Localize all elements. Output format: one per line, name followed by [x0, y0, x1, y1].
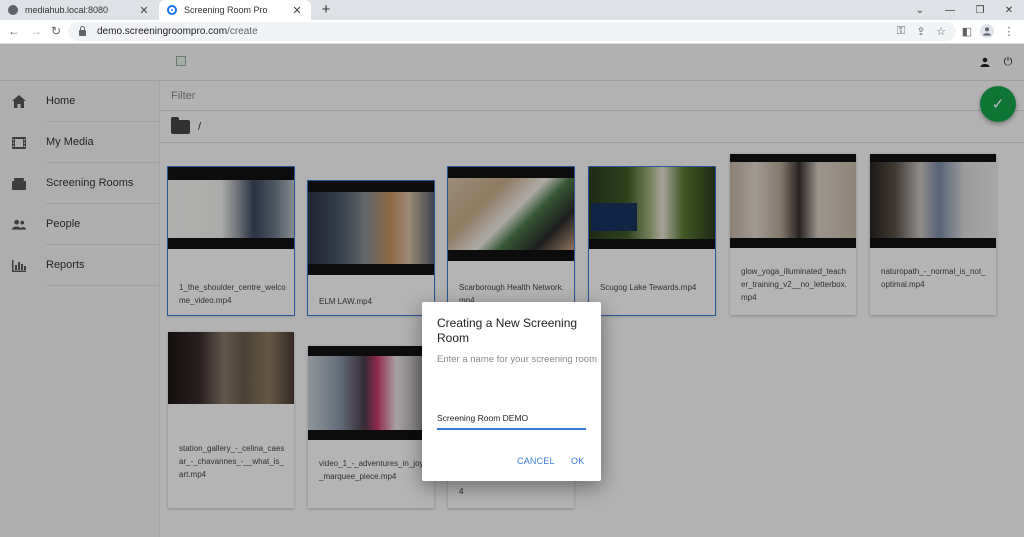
key-icon[interactable]: ⚿	[894, 24, 908, 38]
site-icon	[167, 5, 177, 15]
globe-icon	[8, 5, 18, 15]
browser-tab-bar: mediahub.local:8080 ✕ Screening Room Pro…	[0, 0, 1024, 20]
menu-icon[interactable]: ⋮	[1002, 24, 1016, 38]
reload-icon[interactable]: ↻	[48, 23, 64, 39]
forward-icon[interactable]: →	[28, 23, 44, 39]
share-icon[interactable]: ⇪	[914, 24, 928, 38]
back-icon[interactable]: ←	[6, 23, 22, 39]
restore-icon[interactable]: ❐	[965, 0, 995, 20]
address-bar[interactable]: demo.screeningroompro.com/create	[68, 22, 956, 41]
screening-room-name-input[interactable]	[437, 408, 586, 430]
dialog-title: Creating a New Screening Room	[437, 316, 578, 345]
browser-tab-mediahub[interactable]: mediahub.local:8080 ✕	[0, 0, 158, 20]
tab-title: mediahub.local:8080	[25, 5, 109, 15]
cancel-button[interactable]: CANCEL	[517, 456, 555, 466]
profile-icon[interactable]	[980, 24, 994, 38]
star-icon[interactable]: ☆	[934, 24, 948, 38]
browser-tab-screening-room[interactable]: Screening Room Pro ✕	[159, 0, 311, 20]
window-close-icon[interactable]: ✕	[994, 0, 1024, 20]
tab-title: Screening Room Pro	[184, 5, 268, 15]
close-icon[interactable]: ✕	[291, 4, 303, 17]
tab-search-icon[interactable]: ⌄	[905, 0, 935, 20]
url-path: /create	[227, 26, 258, 37]
create-screening-room-dialog: Creating a New Screening Room Enter a na…	[422, 302, 601, 481]
url-host: demo.screeningroompro.com	[97, 26, 228, 37]
new-tab-button[interactable]: +	[318, 1, 334, 18]
minimize-icon[interactable]: —	[935, 0, 965, 20]
lock-icon[interactable]	[79, 26, 86, 36]
dialog-text: Enter a name for your screening room	[437, 354, 597, 365]
ok-button[interactable]: OK	[571, 456, 584, 466]
close-icon[interactable]: ✕	[138, 4, 150, 17]
sidepanel-icon[interactable]: ◧	[960, 24, 974, 38]
browser-toolbar: ← → ↻ demo.screeningroompro.com/create ⚿…	[0, 20, 1024, 44]
